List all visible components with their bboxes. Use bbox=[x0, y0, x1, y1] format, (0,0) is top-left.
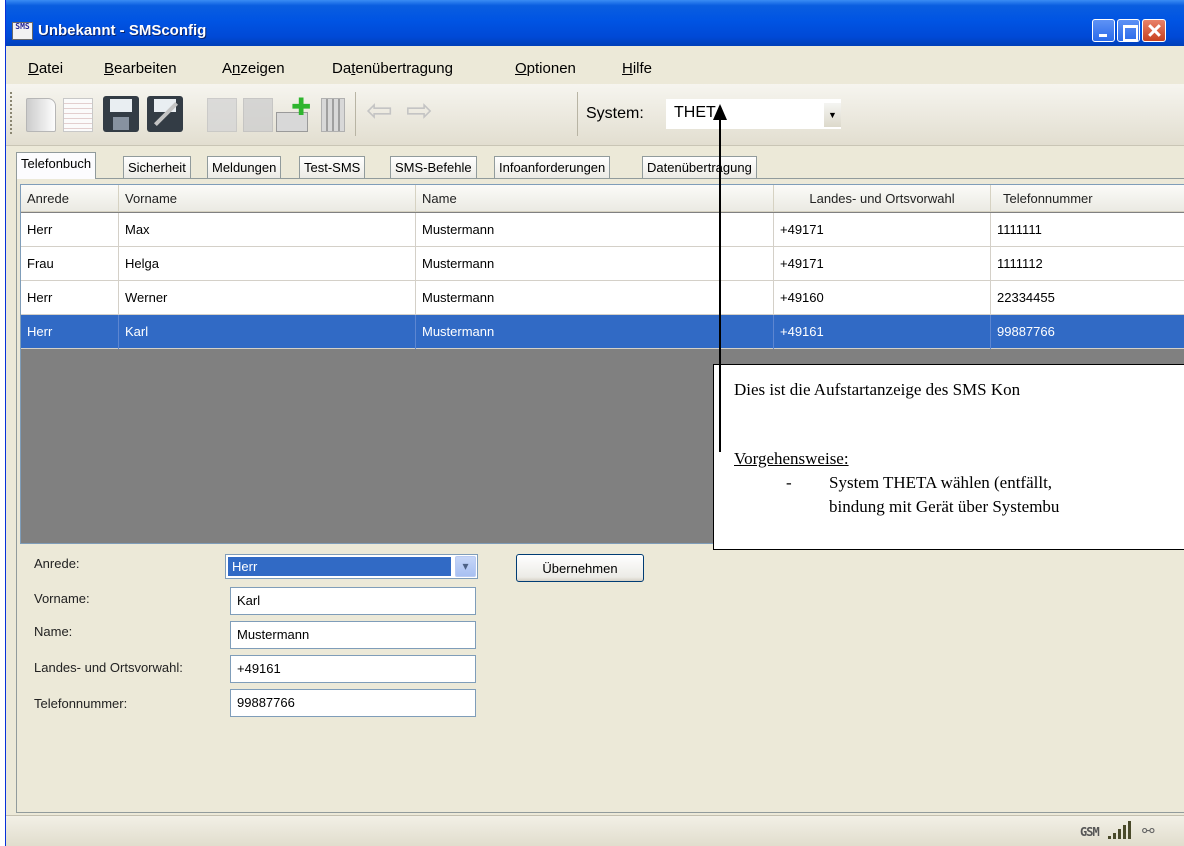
app-icon-text: SMS bbox=[15, 22, 30, 31]
menu-datenuebertragung-label: enübertragung bbox=[355, 60, 453, 77]
toolbar-separator bbox=[355, 92, 356, 136]
minimize-button[interactable] bbox=[1092, 19, 1115, 42]
add-entry-icon[interactable] bbox=[276, 93, 312, 132]
menu-datenuebertragung-pre: Da bbox=[332, 60, 352, 77]
uebernehmen-button[interactable]: Übernehmen bbox=[516, 554, 644, 582]
close-button[interactable] bbox=[1142, 19, 1166, 42]
tab-sicherheit[interactable]: Sicherheit bbox=[123, 156, 191, 178]
app-icon: SMS bbox=[12, 22, 33, 40]
menu-bearbeiten-label: earbeiten bbox=[114, 60, 177, 77]
table-row-selected[interactable]: Herr Karl Mustermann +49161 99887766 bbox=[21, 315, 1184, 349]
anrede-combo[interactable]: Herr ▾ bbox=[225, 554, 478, 579]
forward-arrow-icon[interactable]: ⇨ bbox=[406, 91, 442, 129]
table-row[interactable]: Herr Max Mustermann +49171 1111111 bbox=[21, 213, 1184, 247]
menu-bearbeiten-accel: B bbox=[104, 60, 115, 77]
callout-intro-text: Dies ist die Aufstartanzeige des SMS Kon bbox=[734, 380, 1021, 399]
cell-anrede: Frau bbox=[21, 247, 119, 281]
name-field[interactable]: Mustermann bbox=[230, 621, 476, 649]
tab-telefonbuch[interactable]: Telefonbuch bbox=[16, 152, 97, 179]
tab-infoanforderungen[interactable]: Infoanforderungen bbox=[494, 156, 611, 178]
cell-telefonnummer: 1111111 bbox=[991, 213, 1184, 247]
back-arrow-icon[interactable]: ⇦ bbox=[366, 91, 402, 129]
vorname-field[interactable]: Karl bbox=[230, 587, 476, 615]
new-document-icon[interactable] bbox=[26, 98, 56, 132]
menu-datei-accel: D bbox=[28, 60, 39, 77]
anrede-combo-value: Herr bbox=[228, 557, 451, 576]
tab-datenuebertragung[interactable]: Datenübertragung bbox=[642, 156, 757, 178]
cell-anrede: Herr bbox=[21, 315, 119, 349]
save-icon[interactable] bbox=[103, 96, 139, 132]
tab-test-sms[interactable]: Test-SMS bbox=[299, 156, 366, 178]
vorname-label: Vorname: bbox=[34, 591, 90, 606]
callout-heading: Vorgehensweise: bbox=[734, 449, 849, 468]
menu-optionen[interactable]: Optionen bbox=[515, 60, 576, 77]
callout-bullet-line2: bindung mit Gerät über Systembu bbox=[829, 497, 1060, 516]
menu-anzeigen[interactable]: Anzeigen bbox=[222, 60, 285, 77]
callout-bullet-line1: System THETA wählen (entfällt, bbox=[829, 473, 1053, 492]
toolbar-grip[interactable] bbox=[10, 92, 13, 134]
menu-bearbeiten[interactable]: Bearbeiten bbox=[104, 60, 177, 77]
copy-icon[interactable] bbox=[207, 98, 237, 132]
menu-anzeigen-label: zeigen bbox=[240, 60, 285, 77]
callout-bullet-dash: - bbox=[786, 473, 792, 492]
cell-telefonnummer: 22334455 bbox=[991, 281, 1184, 315]
toolbar-separator bbox=[577, 92, 578, 136]
tab-meldungen[interactable]: Meldungen bbox=[207, 156, 282, 178]
telefonnummer-label: Telefonnummer: bbox=[34, 696, 128, 711]
system-select[interactable]: THETA ▼ bbox=[666, 99, 841, 129]
cell-vorwahl: +49161 bbox=[774, 315, 991, 349]
telefonnummer-field[interactable]: 99887766 bbox=[230, 689, 476, 717]
cell-telefonnummer: 99887766 bbox=[991, 315, 1184, 349]
maximize-button[interactable] bbox=[1117, 19, 1140, 42]
system-label: System: bbox=[586, 105, 644, 122]
table-row[interactable]: Frau Helga Mustermann +49171 1111112 bbox=[21, 247, 1184, 281]
cell-vorname: Max bbox=[119, 213, 416, 247]
column-header-vorwahl[interactable]: Landes- und Ortsvorwahl bbox=[774, 185, 991, 212]
signal-strength-icon bbox=[1108, 821, 1132, 839]
menu-datei-label: atei bbox=[38, 60, 64, 77]
column-header-anrede[interactable]: Anrede bbox=[21, 185, 119, 212]
menu-bar: Datei Bearbeiten Anzeigen Datenübertragu… bbox=[6, 54, 1184, 84]
cell-telefonnummer: 1111112 bbox=[991, 247, 1184, 281]
vorwahl-label: Landes- und Ortsvorwahl: bbox=[34, 660, 183, 675]
chevron-down-icon[interactable]: ▼ bbox=[824, 103, 841, 127]
menu-hilfe-label: ilfe bbox=[632, 60, 653, 77]
toolbar: ⇦ ⇨ System: THETA ▼ bbox=[6, 84, 1184, 146]
callout-arrow bbox=[719, 118, 721, 452]
cell-vorname: Helga bbox=[119, 247, 416, 281]
anrede-label: Anrede: bbox=[34, 556, 80, 571]
menu-anzeigen-pre: A bbox=[222, 60, 233, 77]
window-title: Unbekannt - SMSconfig bbox=[38, 22, 207, 39]
table-row[interactable]: Herr Werner Mustermann +49160 22334455 bbox=[21, 281, 1184, 315]
menu-hilfe-accel: H bbox=[622, 60, 633, 77]
vorwahl-field[interactable]: +49161 bbox=[230, 655, 476, 683]
column-header-telefonnummer[interactable]: Telefonnummer bbox=[991, 185, 1184, 212]
cell-anrede: Herr bbox=[21, 213, 119, 247]
paste-icon[interactable] bbox=[243, 98, 273, 132]
connection-link-icon: ⚯ bbox=[1142, 822, 1155, 840]
menu-hilfe[interactable]: Hilfe bbox=[622, 60, 652, 77]
delete-icon[interactable] bbox=[321, 98, 345, 132]
cell-vorwahl: +49160 bbox=[774, 281, 991, 315]
save-as-icon[interactable] bbox=[147, 96, 183, 132]
menu-optionen-accel: O bbox=[515, 60, 527, 77]
cell-vorname: Werner bbox=[119, 281, 416, 315]
cell-vorwahl: +49171 bbox=[774, 213, 991, 247]
tab-sms-befehle[interactable]: SMS-Befehle bbox=[390, 156, 477, 178]
column-header-vorname[interactable]: Vorname bbox=[119, 185, 416, 212]
chevron-down-icon[interactable]: ▾ bbox=[455, 556, 476, 577]
page-icon[interactable] bbox=[63, 98, 93, 132]
title-bar[interactable]: SMS Unbekannt - SMSconfig bbox=[6, 0, 1184, 46]
annotation-callout: Dies ist die Aufstartanzeige des SMS Kon… bbox=[713, 364, 1184, 550]
status-bar: GSM ⚯ bbox=[6, 815, 1184, 846]
grid-header: Anrede Vorname Name Landes- und Ortsvorw… bbox=[21, 185, 1184, 212]
cell-anrede: Herr bbox=[21, 281, 119, 315]
gsm-label: GSM bbox=[1080, 825, 1100, 839]
menu-datenuebertragung[interactable]: Datenübertragung bbox=[332, 60, 453, 77]
menu-optionen-label: ptionen bbox=[526, 60, 576, 77]
menu-datei[interactable]: Datei bbox=[28, 60, 63, 77]
cell-vorwahl: +49171 bbox=[774, 247, 991, 281]
cell-vorname: Karl bbox=[119, 315, 416, 349]
name-label: Name: bbox=[34, 624, 73, 639]
